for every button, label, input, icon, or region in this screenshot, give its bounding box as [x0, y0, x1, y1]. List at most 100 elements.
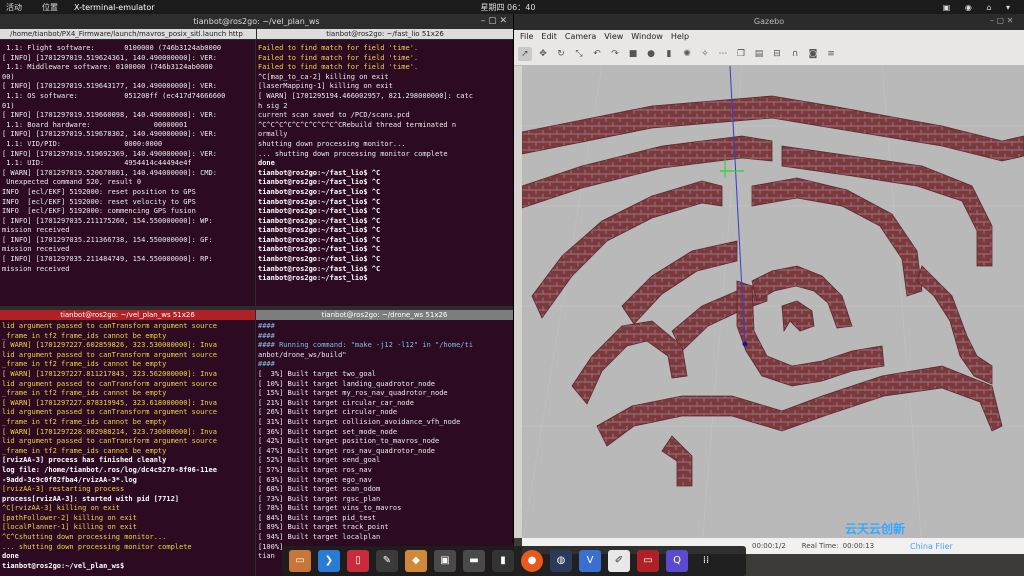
menu-edit[interactable]: Edit: [541, 32, 557, 41]
term2-icon[interactable]: ▮: [492, 550, 514, 572]
scale-icon[interactable]: ⤡: [572, 47, 586, 61]
archive-icon[interactable]: ◆: [405, 550, 427, 572]
cylinder-icon[interactable]: ▮: [662, 47, 676, 61]
menu-help[interactable]: Help: [671, 32, 689, 41]
terminal-line: 1.1: Middleware software: 0100000 (746b3…: [2, 63, 213, 72]
terminal-line: [ WARN] [1701297227.602859826, 323.53000…: [2, 341, 217, 350]
snap-icon[interactable]: ∩: [788, 47, 802, 61]
clock[interactable]: 星期四 06：40: [481, 2, 536, 13]
terminal-line: [ 3%] Built target two_goal: [258, 369, 377, 378]
terminal-line: INFO [ecl/EKF] 5192000: reset velocity t…: [2, 197, 196, 206]
activities-button[interactable]: 活动: [6, 2, 22, 13]
nav-icon[interactable]: ▬: [463, 550, 485, 572]
pane-header-bl: tianbot@ros2go: ~/vel_plan_ws 51x26: [0, 310, 255, 320]
terminal-line: [ WARN] [1701297227.811217843, 323.56200…: [2, 369, 217, 378]
real-time-value: 00:00:13: [842, 542, 875, 550]
box-icon[interactable]: ■: [626, 47, 640, 61]
files-icon[interactable]: ▭: [289, 550, 311, 572]
spotlight-icon[interactable]: ✧: [698, 47, 712, 61]
terminal-line: tianbot@ros2go:~/fast_lio$ ^C: [258, 226, 381, 235]
terminal-line: [ 84%] Built target pid_test: [258, 513, 377, 522]
terminal-line: tianbot@ros2go:~/fast_lio$: [258, 274, 372, 283]
rotate-icon[interactable]: ↻: [554, 47, 568, 61]
qt-icon[interactable]: Q: [666, 550, 688, 572]
terminal-line: [ 15%] Built target my_ros_nav_quadrotor…: [258, 389, 448, 398]
terminal-line: 1.1: UID: 4954414c44494e4f: [2, 159, 192, 168]
maze-scene: [522, 66, 1024, 546]
system-tray[interactable]: ▣ ◉ ⌂ ▾: [943, 3, 1016, 12]
terminal-line: ^C^C^C^C^C^C^C^C^C^CRebuild thread termi…: [258, 120, 457, 129]
terminal-line: [laserMapping-1] killing on exit: [258, 82, 393, 91]
sphere-icon[interactable]: ●: [644, 47, 658, 61]
menu-camera[interactable]: Camera: [565, 32, 596, 41]
terminal-line: tianbot@ros2go:~/fast_lio$ ^C: [258, 197, 381, 206]
align-icon[interactable]: ⊟: [770, 47, 784, 61]
gazebo-toolbar: ➚ ✥ ↻ ⤡ ↶ ↷ ■ ● ▮ ✺ ✧ ⋯ ❐ ▤ ⊟ ∩ ◙ ≡: [514, 42, 1024, 66]
terminal-line: mission received: [2, 245, 70, 254]
screenshot-icon[interactable]: ◙: [806, 47, 820, 61]
pane-top-left[interactable]: 1.1: Flight software: 0100000 (746b3124a…: [0, 40, 255, 306]
gazebo-title: Gazebo: [514, 14, 1024, 30]
terminal-red-icon[interactable]: ▯: [347, 550, 369, 572]
pane-bottom-right[interactable]: #### #### #### Running command: "make -j12…: [256, 320, 513, 576]
terminal-line: [ 78%] Built target vins_to_mavros: [258, 504, 402, 513]
tab-px4-launch[interactable]: /home/tianbot/PX4_Firmware/launch/mavros…: [0, 29, 256, 39]
menu-file[interactable]: File: [520, 32, 533, 41]
gazebo-3d-view[interactable]: [522, 66, 1024, 546]
record-icon[interactable]: ≡: [824, 47, 838, 61]
grid-icon[interactable]: ⁞⁞: [695, 550, 717, 572]
terminal-line: process[rvizAA-3]: started with pid [771…: [2, 494, 180, 503]
pointer-icon[interactable]: ➚: [518, 46, 532, 61]
places-menu[interactable]: 位置: [42, 2, 58, 13]
terminal-line: 1.1: VID/PID: 0000:0000: [2, 139, 163, 148]
terminal-line: ... shutting down processing monitor com…: [2, 542, 192, 551]
terminal-line: [ 89%] Built target track_point: [258, 523, 389, 532]
notes-icon[interactable]: ✐: [608, 550, 630, 572]
paste-icon[interactable]: ▤: [752, 47, 766, 61]
terminal-line: _frame in tf2 frame_ids cannot be empty: [2, 360, 167, 369]
terminal-line: mission received: [2, 264, 70, 273]
terminal-line: lid argument passed to canTransform argu…: [2, 437, 217, 446]
terminal-line: Unexpected command 520, result 0: [2, 178, 142, 187]
translate-icon[interactable]: ✥: [536, 47, 550, 61]
term-active-icon[interactable]: ▭: [637, 550, 659, 572]
vscode-icon[interactable]: ❯: [318, 550, 340, 572]
vsv-icon[interactable]: V: [579, 550, 601, 572]
terminal-line: tianbot@ros2go:~/fast_lio$ ^C: [258, 187, 381, 196]
terminal-line: tianbot@ros2go:~/fast_lio$ ^C: [258, 168, 381, 177]
redo-icon[interactable]: ↷: [608, 47, 622, 61]
pointlight-icon[interactable]: ✺: [680, 47, 694, 61]
app-menu[interactable]: X-terminal-emulator: [74, 3, 155, 12]
terminal-line: lid argument passed to canTransform argu…: [2, 408, 217, 417]
terminal-line: Failed to find match for field 'time'.: [258, 63, 419, 72]
terminal-line: tianbot@ros2go:~/fast_lio$ ^C: [258, 207, 381, 216]
real-time-label: Real Time:: [801, 542, 839, 550]
firefox-icon[interactable]: ●: [521, 550, 543, 572]
dirlight-icon[interactable]: ⋯: [716, 47, 730, 61]
terminal-line: 01): [2, 101, 15, 110]
menu-view[interactable]: View: [604, 32, 623, 41]
wall: [531, 180, 723, 319]
terminal-line: tianbot@ros2go:~/fast_lio$ ^C: [258, 235, 381, 244]
app-icon[interactable]: ◍: [550, 550, 572, 572]
gazebo-window-controls[interactable]: – ▢ ✕: [990, 16, 1013, 25]
terminal-line: 00): [2, 72, 15, 81]
pane-top-right[interactable]: Failed to find match for field 'time'. Fa…: [256, 40, 513, 306]
terminal-line: [pathFollower-2] killing on exit: [2, 513, 137, 522]
terminal-line: INFO [ecl/EKF] 5192000: reset position t…: [2, 187, 196, 196]
terminal-line: _frame in tf2 frame_ids cannot be empty: [2, 331, 167, 340]
sim-time-value: 00:00:1/2: [752, 542, 786, 550]
menu-window[interactable]: Window: [631, 32, 663, 41]
monitor-icon[interactable]: ▣: [434, 550, 456, 572]
tool-icon[interactable]: ✎: [376, 550, 398, 572]
undo-icon[interactable]: ↶: [590, 47, 604, 61]
window-controls[interactable]: – ▢ ✕: [0, 14, 513, 29]
terminal-line: [rvizAA-3] restarting process: [2, 485, 125, 494]
terminal-line: [ 26%] Built target circular_node: [258, 408, 398, 417]
gazebo-side-panel-handle[interactable]: [514, 66, 522, 538]
copy-icon[interactable]: ❐: [734, 47, 748, 61]
pane-bottom-left[interactable]: lid argument passed to canTransform argu…: [0, 320, 255, 576]
wall: [522, 95, 1024, 162]
tab-fast-lio[interactable]: tianbot@ros2go: ~/fast_lio 51x26: [257, 29, 513, 39]
terminal-line: tianbot@ros2go:~/fast_lio$ ^C: [258, 216, 381, 225]
